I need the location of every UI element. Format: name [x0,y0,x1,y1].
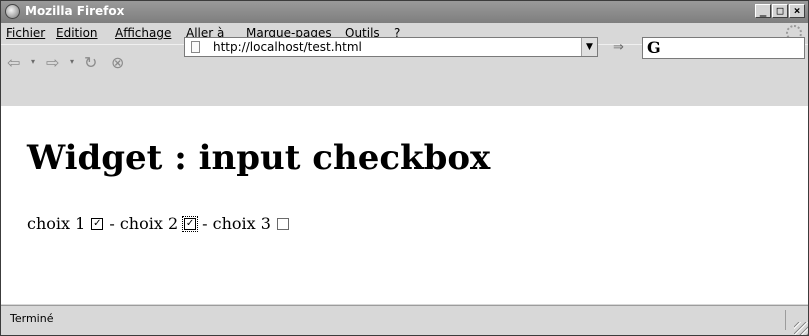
close-button[interactable]: × [789,4,805,18]
firefox-icon [5,4,20,19]
status-separator [785,310,786,330]
page-content: Widget : input checkbox choix 1 ✓ - choi… [1,106,808,304]
menu-edition[interactable]: Edition [56,26,98,40]
window-controls: _ □ × [754,4,805,18]
choice-2-label: choix 2 [119,214,179,233]
forward-button[interactable]: ⇨ [46,53,59,72]
navigation-toolbar: ⇦ ▾ ⇨ ▾ ↻ ⊗ ▼ ⇒ G [1,37,808,107]
page-heading: Widget : input checkbox [27,138,491,178]
url-bar[interactable]: ▼ [184,37,598,57]
status-bar: Terminé [1,305,808,335]
go-button[interactable]: ⇒ [613,40,624,55]
choice-1-label: choix 1 [27,214,86,233]
browser-window: Mozilla Firefox _ □ × Fichier Edition Af… [0,0,809,336]
resize-grip-icon[interactable] [794,322,808,335]
title-bar[interactable]: Mozilla Firefox _ □ × [1,1,808,23]
minimize-button[interactable]: _ [755,4,771,18]
checkbox-row: choix 1 ✓ - choix 2 ✓ - choix 3 [27,214,295,233]
menu-fichier[interactable]: Fichier [6,26,45,40]
separator: - [109,214,115,233]
window-title: Mozilla Firefox [25,4,125,18]
search-bar[interactable]: G [642,37,805,59]
menu-affichage[interactable]: Affichage [115,26,171,40]
url-dropdown-button[interactable]: ▼ [581,38,597,56]
stop-button[interactable]: ⊗ [111,53,124,72]
google-engine-icon[interactable]: G [647,39,667,57]
choice-1-checkbox[interactable]: ✓ [91,217,104,230]
choice-2-checkbox[interactable]: ✓ [182,215,199,232]
choice-3-checkbox[interactable] [276,217,289,230]
forward-dropdown-icon[interactable]: ▾ [70,57,74,66]
search-input[interactable] [673,41,799,55]
choice-3-label: choix 3 [212,214,271,233]
back-button[interactable]: ⇦ [7,53,20,72]
url-input[interactable] [213,40,573,54]
reload-button[interactable]: ↻ [84,53,97,72]
separator: - [202,214,208,233]
status-text: Terminé [10,312,54,325]
maximize-button[interactable]: □ [772,4,788,18]
back-dropdown-icon[interactable]: ▾ [31,57,35,66]
page-icon [191,41,200,53]
